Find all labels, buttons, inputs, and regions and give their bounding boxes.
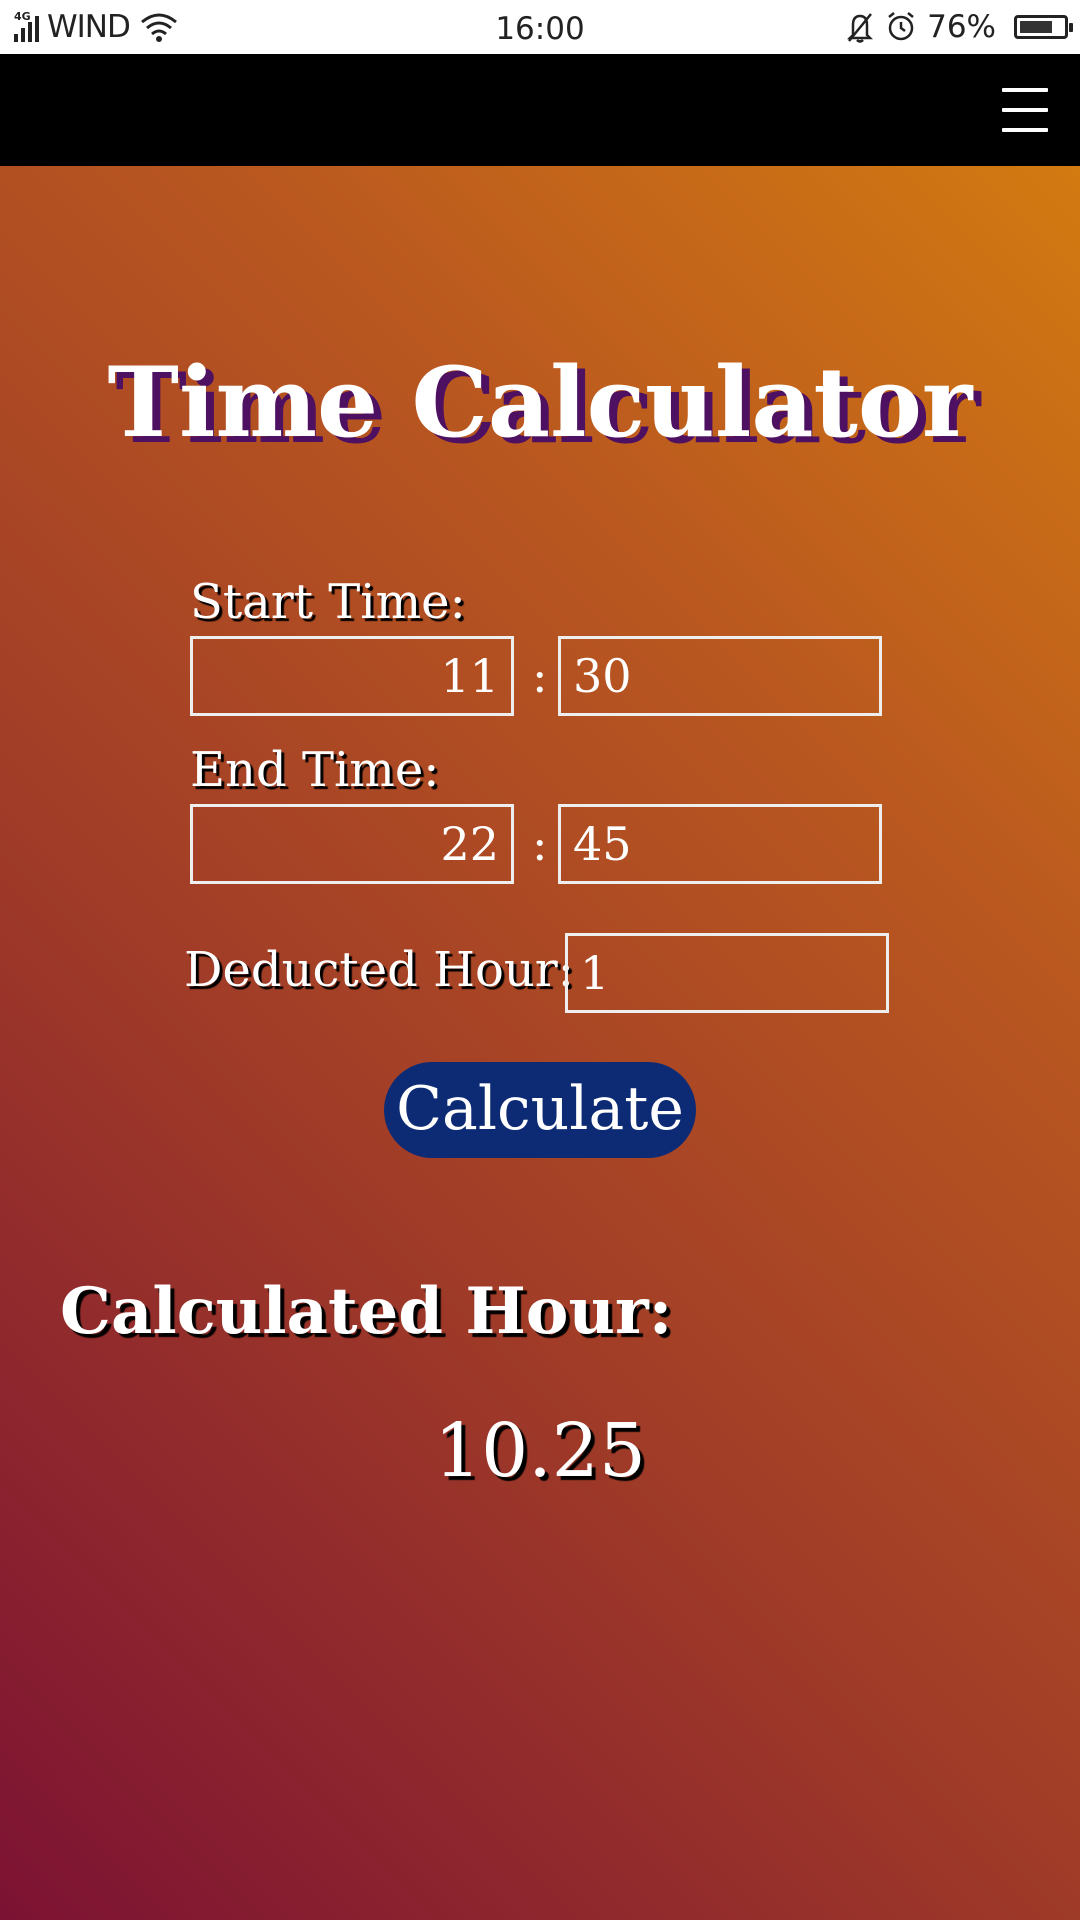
alarm-icon xyxy=(888,12,914,41)
start-time-label: Start Time: xyxy=(190,574,466,630)
end-time-label: End Time: xyxy=(190,742,440,798)
end-hour-input[interactable]: 22 xyxy=(190,804,514,884)
main-content: Time Calculator Start Time: 11 : 30 End … xyxy=(0,166,1080,1920)
calculate-button[interactable]: Calculate xyxy=(384,1062,696,1158)
page-title: Time Calculator xyxy=(107,346,973,459)
start-hour-input[interactable]: 11 xyxy=(190,636,514,716)
start-time-separator: : xyxy=(532,649,548,703)
status-bar: 4G WIND 16:00 76% xyxy=(0,0,1080,54)
hamburger-menu-icon[interactable] xyxy=(1002,88,1048,134)
battery-fill xyxy=(1020,21,1052,33)
status-right: 76% xyxy=(845,0,1073,54)
calculated-hour-value: 10.25 xyxy=(434,1408,646,1494)
deducted-hour-label: Deducted Hour: xyxy=(184,942,574,998)
end-time-separator: : xyxy=(532,817,548,871)
calculated-hour-label: Calculated Hour: xyxy=(60,1274,673,1349)
start-minute-input[interactable]: 30 xyxy=(558,636,882,716)
bell-off-icon xyxy=(847,13,874,43)
app-bar xyxy=(0,54,1080,166)
deducted-hour-input[interactable]: 1 xyxy=(565,933,889,1013)
battery-icon xyxy=(1014,15,1073,39)
battery-percent: 76% xyxy=(927,9,996,45)
end-minute-input[interactable]: 45 xyxy=(558,804,882,884)
